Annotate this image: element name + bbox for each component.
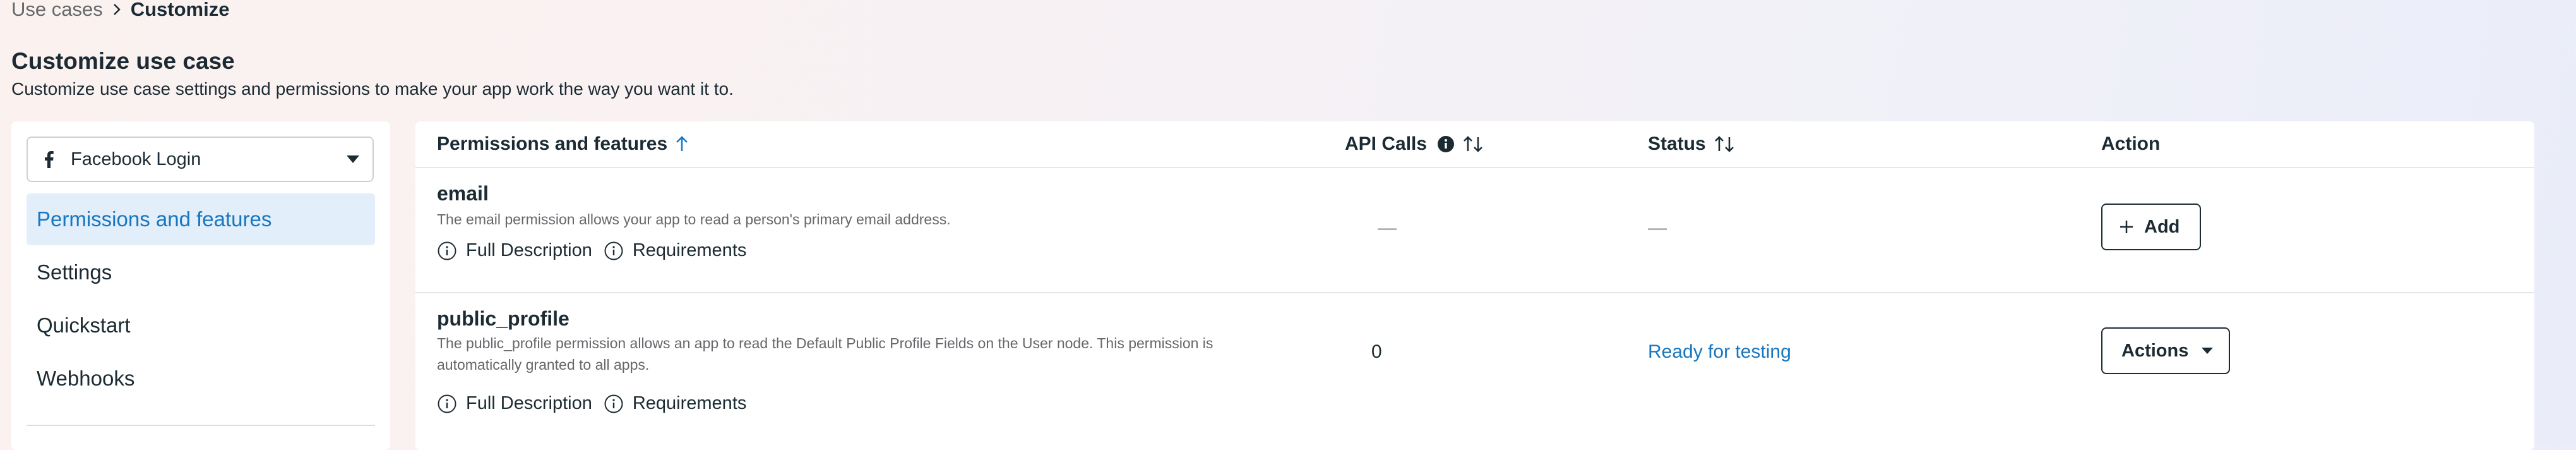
chevron-right-icon xyxy=(112,3,122,16)
column-header-permissions[interactable]: Permissions and features xyxy=(437,121,689,167)
info-outline-icon xyxy=(604,241,624,261)
facebook-icon xyxy=(40,151,57,168)
requirements-label: Requirements xyxy=(632,240,747,260)
caret-down-icon xyxy=(2201,347,2214,355)
sidebar-item-permissions[interactable]: Permissions and features xyxy=(27,193,375,245)
caret-down-icon xyxy=(346,155,360,164)
column-label-api-calls: API Calls xyxy=(1345,133,1428,154)
permission-name: email xyxy=(437,182,489,205)
breadcrumb-use-cases[interactable]: Use cases xyxy=(11,0,103,21)
requirements-label: Requirements xyxy=(632,393,747,413)
sort-updown-icon[interactable] xyxy=(1714,135,1735,153)
sort-updown-icon[interactable] xyxy=(1462,135,1484,153)
info-outline-icon xyxy=(604,394,624,414)
table-row: public_profile The public_profile permis… xyxy=(415,293,2534,450)
permission-links: Full Description Requirements xyxy=(437,240,758,261)
page-subtitle: Customize use case settings and permissi… xyxy=(11,79,734,99)
sidebar-nav: Permissions and features Settings Quicks… xyxy=(27,193,375,406)
sidebar-item-settings[interactable]: Settings xyxy=(27,246,375,298)
requirements-link[interactable]: Requirements xyxy=(604,393,747,414)
column-header-status[interactable]: Status xyxy=(1648,121,1735,167)
full-description-label: Full Description xyxy=(466,393,592,413)
column-label-permissions: Permissions and features xyxy=(437,133,668,154)
permission-links: Full Description Requirements xyxy=(437,393,758,414)
add-button-label: Add xyxy=(2144,216,2180,237)
actions-button[interactable]: Actions xyxy=(2101,327,2230,374)
sidebar: Facebook Login Permissions and features … xyxy=(11,121,390,450)
permission-description: The email permission allows your app to … xyxy=(437,211,951,228)
permission-description: The public_profile permission allows an … xyxy=(437,335,1213,373)
requirements-link[interactable]: Requirements xyxy=(604,240,747,261)
sidebar-item-quickstart[interactable]: Quickstart xyxy=(27,300,375,351)
breadcrumb-current: Customize xyxy=(130,0,230,20)
full-description-label: Full Description xyxy=(466,240,592,260)
status-value[interactable]: Ready for testing xyxy=(1648,341,1791,363)
api-calls-value: — xyxy=(1378,217,1397,238)
full-description-link[interactable]: Full Description xyxy=(437,240,592,261)
dropdown-label: Facebook Login xyxy=(71,149,201,169)
column-header-action: Action xyxy=(2101,133,2161,154)
permission-name: public_profile xyxy=(437,307,569,330)
column-label-status: Status xyxy=(1648,133,1706,154)
sidebar-item-webhooks[interactable]: Webhooks xyxy=(27,353,375,404)
api-calls-value: 0 xyxy=(1371,341,1382,362)
sort-up-icon[interactable] xyxy=(675,135,689,153)
status-value: — xyxy=(1648,217,1667,238)
info-outline-icon xyxy=(437,394,457,414)
table-header: Permissions and features API Calls Statu… xyxy=(415,121,2534,168)
permissions-table: Permissions and features API Calls Statu… xyxy=(415,121,2534,450)
info-outline-icon xyxy=(437,241,457,261)
breadcrumb: Use cases Customize xyxy=(11,0,229,20)
plus-icon xyxy=(2119,219,2134,234)
add-button[interactable]: Add xyxy=(2101,204,2201,250)
info-icon[interactable] xyxy=(1437,135,1455,153)
actions-button-label: Actions xyxy=(2121,340,2189,361)
sidebar-divider xyxy=(27,425,375,426)
table-row: email The email permission allows your a… xyxy=(415,168,2534,293)
column-header-api-calls[interactable]: API Calls xyxy=(1345,121,1484,167)
use-case-dropdown[interactable]: Facebook Login xyxy=(27,137,374,182)
full-description-link[interactable]: Full Description xyxy=(437,393,592,414)
page-title: Customize use case xyxy=(11,48,235,74)
